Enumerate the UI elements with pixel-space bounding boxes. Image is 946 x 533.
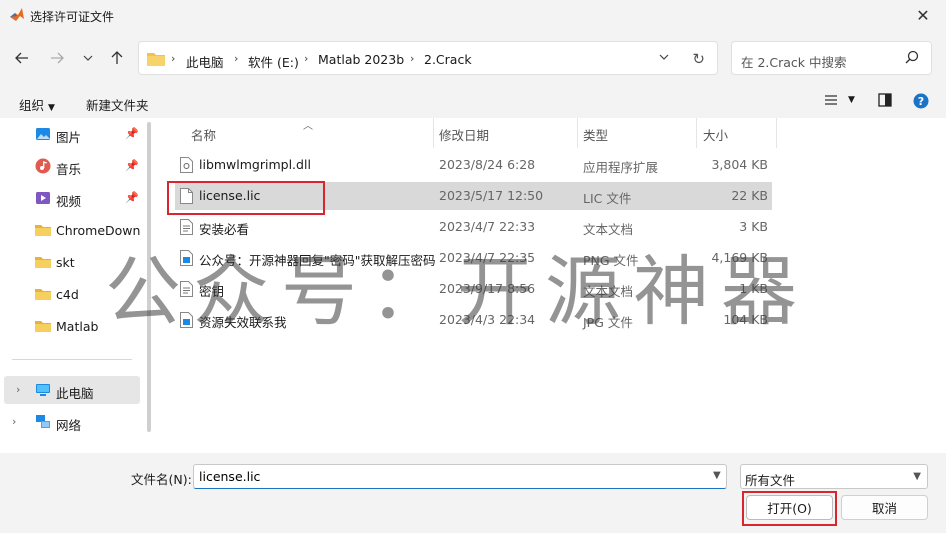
folder-icon: [35, 257, 51, 268]
navigation-bar: › 此电脑 › 软件 (E:) › Matlab 2023b › 2.Crack…: [0, 38, 946, 78]
sidebar-scrollbar[interactable]: [147, 122, 151, 432]
chevron-right-icon[interactable]: ›: [16, 383, 20, 396]
column-header-size[interactable]: 大小: [703, 125, 728, 144]
caret-down-icon: ▼: [48, 103, 55, 113]
chevron-right-icon: ›: [410, 52, 415, 65]
breadcrumb-crack[interactable]: 2.Crack: [424, 52, 472, 67]
pin-icon: 📌: [125, 127, 139, 140]
up-button[interactable]: [105, 46, 129, 70]
organize-menu[interactable]: 组织 ▼: [19, 95, 55, 114]
sidebar-item-c4d[interactable]: c4d: [0, 280, 140, 308]
back-button[interactable]: [10, 46, 34, 70]
dialog-footer: 文件名(N): ▼ 所有文件 ▼ 打开(O) 取消: [0, 453, 946, 533]
column-divider[interactable]: [776, 118, 777, 148]
close-icon: ✕: [916, 5, 930, 25]
column-divider[interactable]: [577, 118, 578, 148]
sidebar-item-videos[interactable]: 视频 📌: [0, 184, 140, 212]
recent-locations-button[interactable]: [76, 46, 100, 70]
pin-icon: 📌: [125, 191, 139, 204]
help-icon[interactable]: ?: [913, 93, 929, 109]
file-row-jpg[interactable]: 资源失效联系我 2023/4/3 22:34 JPG 文件 104 KB: [175, 306, 772, 334]
sidebar-item-network[interactable]: › 网络: [0, 408, 140, 436]
column-header-type[interactable]: 类型: [583, 125, 608, 144]
folder-icon: [35, 289, 51, 300]
folder-icon: [35, 321, 51, 332]
chevron-right-icon: ›: [171, 52, 176, 65]
window-title: 选择许可证文件: [30, 10, 115, 24]
chevron-right-icon: ›: [304, 52, 309, 65]
text-file-icon: [180, 281, 193, 297]
sidebar-item-music[interactable]: 音乐 📌: [0, 152, 140, 180]
close-button[interactable]: ✕: [900, 0, 946, 30]
folder-icon: [147, 53, 165, 66]
new-folder-button[interactable]: 新建文件夹: [86, 95, 149, 114]
sort-ascending-icon: ︿: [303, 121, 313, 132]
command-toolbar: 组织 ▼ 新建文件夹 ▼ ?: [0, 86, 946, 118]
image-file-icon: [180, 250, 193, 266]
refresh-icon[interactable]: ↻: [692, 50, 705, 68]
forward-button[interactable]: [45, 46, 69, 70]
sidebar-item-skt[interactable]: skt: [0, 248, 140, 276]
arrow-right-icon: [51, 52, 64, 64]
svg-text:?: ?: [918, 95, 924, 108]
sidebar-item-this-pc[interactable]: › 此电脑: [4, 376, 140, 404]
chevron-down-icon: ▼: [913, 471, 921, 482]
chevron-right-icon: ›: [234, 52, 239, 65]
filetype-select[interactable]: 所有文件 ▼: [740, 464, 928, 489]
column-divider[interactable]: [433, 118, 434, 148]
file-row-install-notes[interactable]: 安装必看 2023/4/7 22:33 文本文档 3 KB: [175, 213, 772, 241]
pin-icon: 📌: [125, 159, 139, 172]
search-input[interactable]: 在 2.Crack 中搜索: [741, 52, 847, 71]
navigation-pane: 图片 📌 音乐 📌 视频 📌 ChromeDown skt c4d Matlab…: [0, 118, 155, 453]
license-highlight-box: [167, 181, 325, 215]
breadcrumb-this-pc[interactable]: 此电脑: [186, 52, 224, 71]
filename-input[interactable]: [193, 464, 727, 489]
filename-label: 文件名(N):: [131, 472, 192, 487]
breadcrumb-matlab[interactable]: Matlab 2023b: [318, 52, 404, 67]
preview-pane-icon[interactable]: [878, 93, 892, 107]
search-box[interactable]: 在 2.Crack 中搜索: [731, 41, 932, 75]
dll-file-icon: [180, 157, 193, 173]
address-bar[interactable]: › 此电脑 › 软件 (E:) › Matlab 2023b › 2.Crack…: [138, 41, 718, 75]
computer-icon: [36, 384, 50, 396]
file-row-key[interactable]: 密钥 2023/9/17 8:56 文本文档 1 KB: [175, 275, 772, 303]
image-file-icon: [180, 312, 193, 328]
arrow-up-icon: [111, 51, 123, 64]
breadcrumb-drive[interactable]: 软件 (E:): [248, 52, 299, 71]
file-row-png[interactable]: 公众号：开源神器回复"密码"获取解压密码 2023/4/7 22:35 PNG …: [175, 244, 772, 272]
column-divider[interactable]: [696, 118, 697, 148]
video-icon: [36, 192, 50, 204]
chevron-down-icon[interactable]: [659, 52, 669, 62]
sidebar-item-chromedown[interactable]: ChromeDown: [0, 216, 140, 244]
music-icon: [35, 158, 51, 174]
folder-icon: [35, 225, 51, 236]
search-icon: [905, 50, 919, 64]
text-file-icon: [180, 219, 193, 235]
arrow-left-icon: [15, 52, 28, 64]
cancel-button[interactable]: 取消: [841, 495, 928, 520]
title-bar: 选择许可证文件 ✕: [0, 0, 946, 30]
file-list-pane: ︿ 名称 修改日期 类型 大小 libmwlmgrimpl.dll 2023/8…: [155, 118, 946, 453]
matlab-logo-icon: [10, 8, 24, 21]
caret-down-icon[interactable]: ▼: [848, 95, 855, 105]
column-header-name[interactable]: 名称: [191, 125, 216, 144]
chevron-down-icon[interactable]: ▼: [713, 470, 721, 481]
chevron-right-icon[interactable]: ›: [12, 415, 16, 428]
column-header-date[interactable]: 修改日期: [439, 125, 489, 144]
open-highlight-box: [742, 491, 837, 526]
sidebar-item-pictures[interactable]: 图片 📌: [0, 120, 140, 148]
chevron-down-icon: [83, 55, 93, 61]
file-row-dll[interactable]: libmwlmgrimpl.dll 2023/8/24 6:28 应用程序扩展 …: [175, 151, 772, 179]
sidebar-divider: [12, 359, 132, 360]
view-menu-icon[interactable]: [824, 93, 838, 107]
sidebar-item-matlab[interactable]: Matlab: [0, 312, 140, 340]
pictures-icon: [36, 128, 50, 140]
network-icon: [36, 415, 50, 428]
